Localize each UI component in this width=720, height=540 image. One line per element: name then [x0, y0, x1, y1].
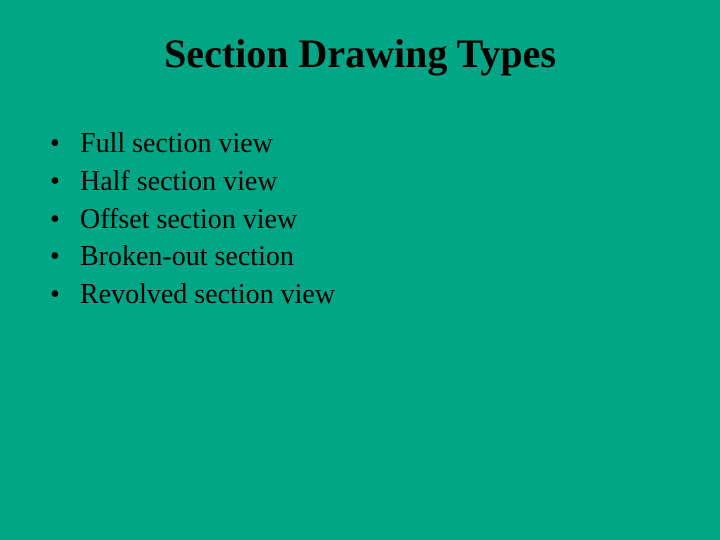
list-item: • Full section view — [50, 125, 720, 163]
bullet-text: Revolved section view — [80, 276, 720, 314]
bullet-icon: • — [50, 125, 80, 163]
bullet-list: • Full section view • Half section view … — [0, 125, 720, 314]
bullet-icon: • — [50, 201, 80, 239]
bullet-text: Offset section view — [80, 201, 720, 239]
bullet-icon: • — [50, 163, 80, 201]
list-item: • Revolved section view — [50, 276, 720, 314]
list-item: • Half section view — [50, 163, 720, 201]
list-item: • Offset section view — [50, 201, 720, 239]
bullet-text: Half section view — [80, 163, 720, 201]
slide-container: Section Drawing Types • Full section vie… — [0, 0, 720, 540]
bullet-text: Full section view — [80, 125, 720, 163]
list-item: • Broken-out section — [50, 238, 720, 276]
bullet-icon: • — [50, 276, 80, 314]
bullet-text: Broken-out section — [80, 238, 720, 276]
slide-title: Section Drawing Types — [0, 30, 720, 77]
bullet-icon: • — [50, 238, 80, 276]
